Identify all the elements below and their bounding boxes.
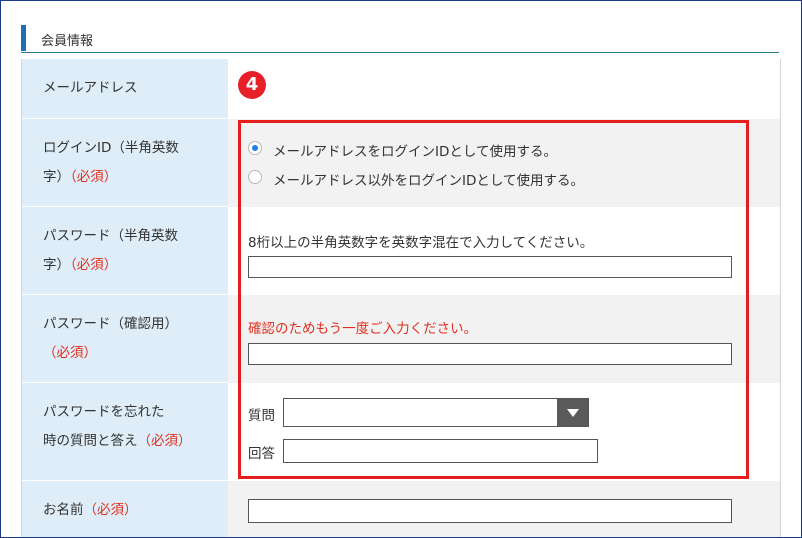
step-number-badge: 4 <box>238 71 266 99</box>
section-header: 会員情報 <box>21 25 779 53</box>
member-form: メールアドレス ログインID（半角英数 字）（必須） メールアドレスをログインI… <box>21 59 781 537</box>
password-label-cell: パスワード（半角英数 字）（必須） <box>22 207 228 295</box>
name-label: お名前 <box>43 502 84 518</box>
password-confirm-hint: 確認のためもう一度ご入力ください。 <box>248 321 478 337</box>
radio-unchecked-icon[interactable] <box>248 170 262 184</box>
password-input[interactable] <box>248 256 732 278</box>
required-mark: （必須） <box>43 345 97 361</box>
email-label: メールアドレス <box>43 80 138 96</box>
login-id-value-cell: メールアドレスをログインIDとして使用する。 メールアドレス以外をログインIDと… <box>228 119 780 207</box>
question-select[interactable] <box>283 398 589 427</box>
password-row: パスワード（半角英数 字）（必須） 8桁以上の半角英数字を英数字混在で入力してく… <box>22 207 780 295</box>
password-value-cell: 8桁以上の半角英数字を英数字混在で入力してください。 <box>228 207 780 295</box>
login-id-label: ログインID（半角英数 <box>43 140 179 156</box>
password-confirm-value-cell: 確認のためもう一度ご入力ください。 <box>228 295 780 383</box>
name-label-line: お名前（必須） <box>43 496 138 525</box>
radio-checked-icon[interactable] <box>248 141 262 155</box>
answer-label: 回答 <box>248 446 275 462</box>
section-title: 会員情報 <box>41 34 94 49</box>
login-id-label-cell: ログインID（半角英数 字）（必須） <box>22 119 228 207</box>
required-mark: （必須） <box>70 257 118 273</box>
required-mark: （必須） <box>83 502 138 518</box>
login-id-row: ログインID（半角英数 字）（必須） メールアドレスをログインIDとして使用する… <box>22 119 780 207</box>
answer-input[interactable] <box>283 439 598 463</box>
password-confirm-label-cell: パスワード（確認用） （必須） <box>22 295 228 383</box>
secret-question-row: パスワードを忘れた 時の質問と答え（必須） 質問 回答 <box>22 383 780 481</box>
secret-label-line2: 時の質問と答え（必須） <box>43 427 192 456</box>
password-label-line2: 字）（必須） <box>43 251 117 280</box>
secret-value-cell: 質問 回答 <box>228 383 780 481</box>
login-id-label-line2: 字）（必須） <box>43 163 117 192</box>
email-label-cell: メールアドレス <box>22 59 228 119</box>
section-accent-bar <box>21 25 26 51</box>
name-value-cell <box>228 481 780 537</box>
email-row: メールアドレス <box>22 59 780 119</box>
password-hint: 8桁以上の半角英数字を英数字混在で入力してください。 <box>248 235 594 251</box>
password-confirm-input[interactable] <box>248 343 732 365</box>
secret-label-cell: パスワードを忘れた 時の質問と答え（必須） <box>22 383 228 481</box>
dropdown-arrow-icon[interactable] <box>557 399 588 426</box>
password-label: パスワード（半角英数 <box>43 228 178 244</box>
secret-label: パスワードを忘れた <box>43 404 165 420</box>
name-row: お名前（必須） <box>22 481 780 537</box>
option-label: メールアドレスをログインIDとして使用する。 <box>273 144 557 160</box>
option-label: メールアドレス以外をログインIDとして使用する。 <box>273 173 584 189</box>
password-confirm-label: パスワード（確認用） <box>43 316 178 332</box>
email-value-cell <box>228 59 780 119</box>
required-mark: （必須） <box>70 169 118 185</box>
required-mark: （必須） <box>137 433 192 449</box>
question-label: 質問 <box>248 408 275 424</box>
password-confirm-row: パスワード（確認用） （必須） 確認のためもう一度ご入力ください。 <box>22 295 780 383</box>
name-input[interactable] <box>248 499 732 523</box>
secret-label-suffix: 時の質問と答え <box>43 433 138 449</box>
password-label-suffix: 字） <box>43 257 70 273</box>
name-label-cell: お名前（必須） <box>22 481 228 537</box>
login-id-label-suffix: 字） <box>43 169 70 185</box>
member-info-panel: 会員情報 メールアドレス ログインID（半角英数 字）（必須） メールアドレスを… <box>0 0 802 538</box>
